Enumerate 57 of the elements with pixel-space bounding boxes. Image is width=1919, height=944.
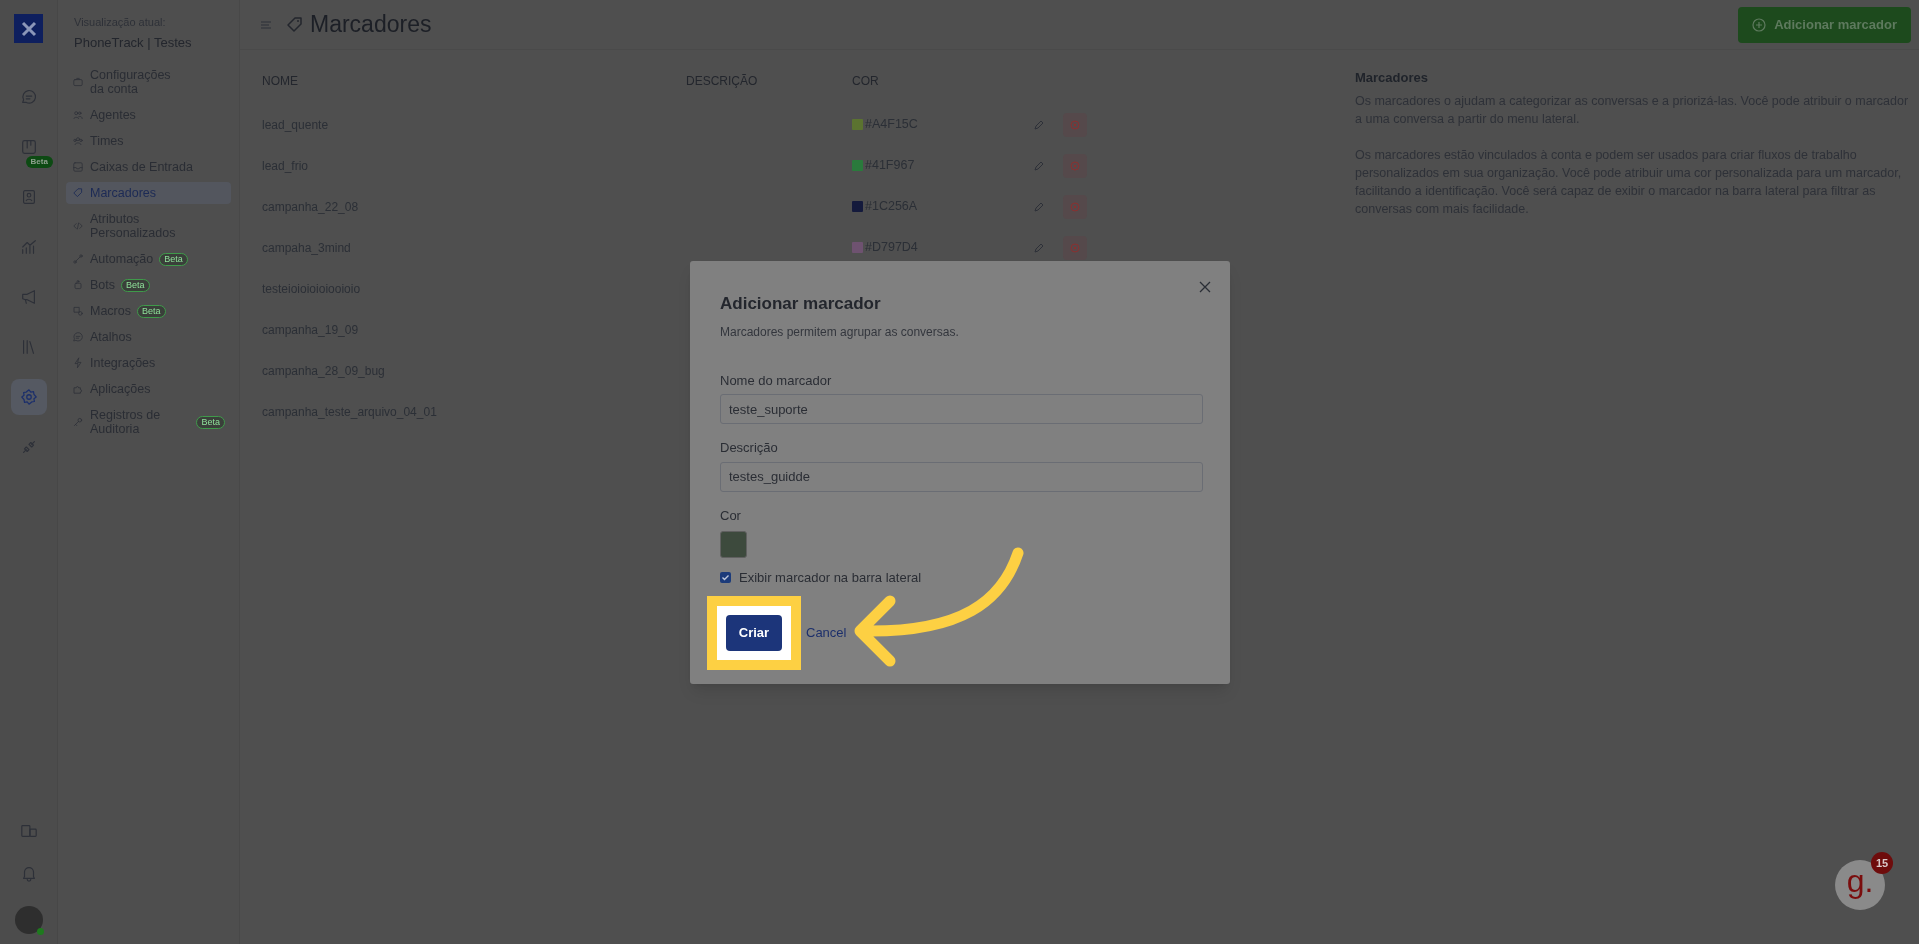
modal-subtitle: Marcadores permitem agrupar as conversas. — [720, 323, 960, 341]
close-circle-icon — [1070, 242, 1080, 253]
key-icon — [72, 416, 84, 428]
notification-badge: 15 — [1871, 852, 1893, 874]
delete-button[interactable] — [1063, 194, 1087, 219]
delete-button[interactable] — [1063, 153, 1087, 178]
modal-title: Adicionar marcador — [720, 293, 882, 315]
checkbox-label: Exibir marcador na barra lateral — [739, 569, 922, 587]
group-icon — [72, 135, 84, 147]
code-icon — [72, 220, 84, 232]
add-tag-button[interactable]: Adicionar marcador — [1738, 6, 1911, 43]
megaphone-icon[interactable] — [19, 288, 38, 306]
bolt-icon — [72, 357, 84, 369]
beta-badge: Beta — [121, 278, 150, 292]
app-logo[interactable] — [14, 14, 43, 43]
field-label: Nome do marcador — [720, 371, 833, 390]
pencil-icon — [1034, 119, 1044, 130]
field-label: Descrição — [720, 439, 779, 457]
avatar[interactable] — [14, 906, 43, 934]
beta-badge: Beta — [159, 252, 188, 266]
macro-icon — [72, 305, 84, 317]
pencil-icon — [1034, 242, 1044, 253]
settings-icon[interactable] — [19, 388, 38, 406]
flow-icon — [72, 253, 84, 265]
input-field[interactable]: teste_suporte — [720, 394, 1203, 424]
cancel-link[interactable]: Cancel — [806, 622, 847, 643]
delete-button[interactable] — [1063, 112, 1087, 137]
layout-icon[interactable] — [19, 822, 38, 840]
tag-icon — [72, 187, 84, 199]
chat-bubble-icon — [72, 331, 84, 343]
people-icon — [72, 109, 84, 121]
close-circle-icon — [1070, 119, 1080, 130]
pencil-icon — [1034, 201, 1044, 212]
beta-badge: Beta — [196, 415, 225, 429]
chat-bubble-icon[interactable] — [19, 88, 38, 106]
chart-icon[interactable] — [19, 238, 38, 256]
input-field[interactable]: testes_guidde — [720, 461, 1203, 492]
checkbox[interactable] — [720, 572, 731, 584]
plus-circle-icon — [1752, 17, 1767, 32]
puzzle-icon — [72, 383, 84, 395]
tag-icon — [286, 15, 304, 34]
pencil-icon — [1034, 160, 1044, 171]
help-widget-logo: g. — [1846, 865, 1874, 897]
briefcase-icon — [72, 76, 84, 88]
create-button[interactable]: Criar — [726, 614, 782, 651]
delete-button[interactable] — [1063, 235, 1087, 260]
inbox-icon — [72, 161, 84, 173]
beta-badge: Beta — [137, 304, 166, 318]
close-icon[interactable] — [1199, 281, 1211, 293]
color-picker[interactable] — [720, 531, 747, 558]
board-icon[interactable] — [19, 138, 38, 156]
rail-item[interactable] — [10, 379, 47, 415]
close-circle-icon — [1070, 160, 1080, 171]
close-circle-icon — [1070, 201, 1080, 212]
field-label: Cor — [720, 506, 742, 525]
beta-badge: Beta — [25, 156, 53, 168]
robot-icon — [72, 279, 84, 291]
